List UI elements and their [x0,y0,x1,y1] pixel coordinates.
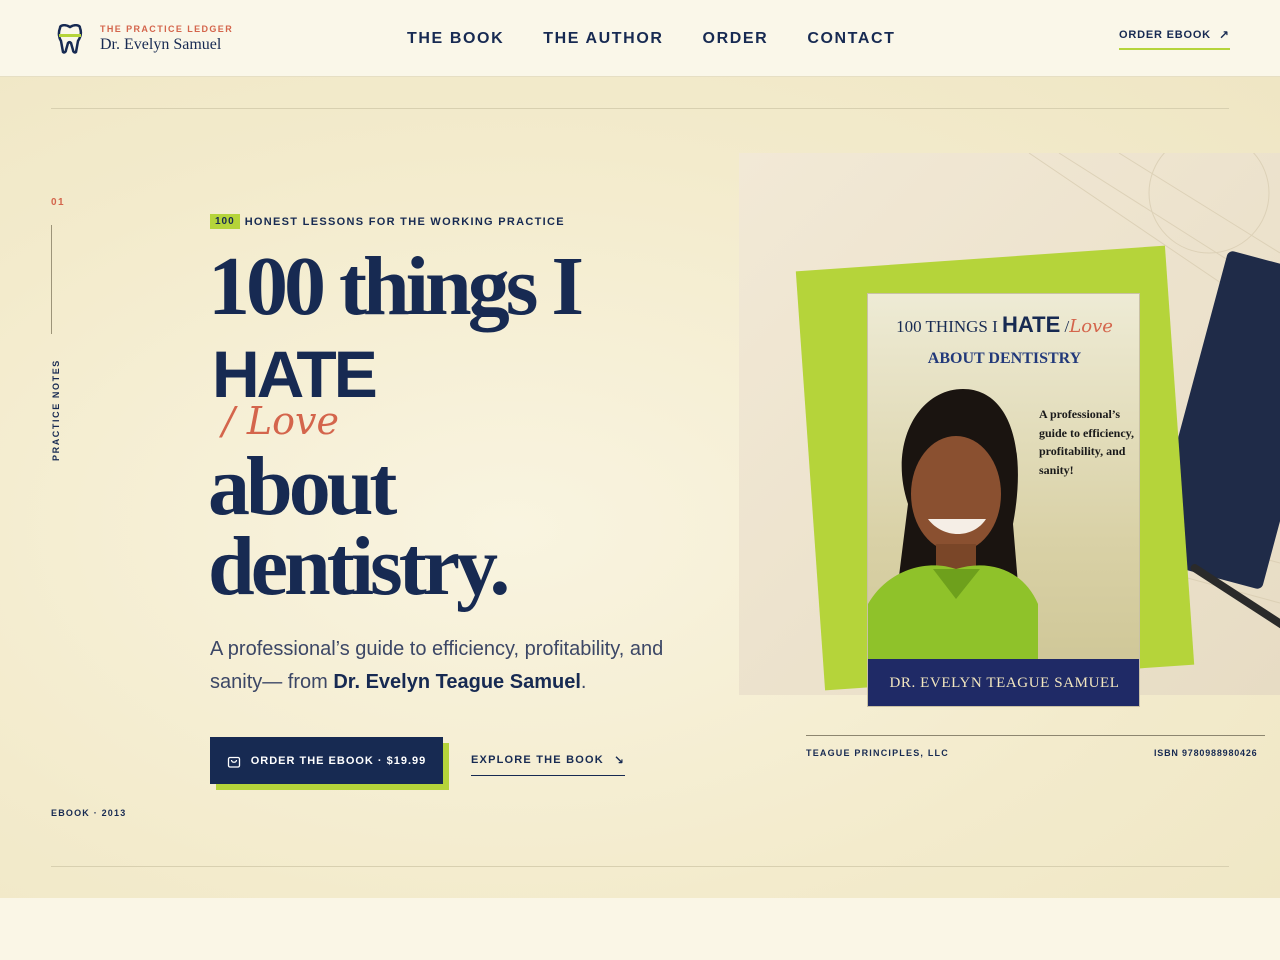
shopping-bag-icon [227,756,240,768]
kicker-badge: 100 [210,214,240,229]
book-title-slash: / [1060,317,1070,336]
nav-item-the-book[interactable]: THE BOOK [407,29,504,49]
headline-line-1: 100 things I [208,240,584,333]
book-title-line-2: ABOUT DENTISTRY [927,350,1082,367]
nav-item-order[interactable]: ORDER [703,29,769,49]
book-title-hate: HATE [1002,312,1061,337]
tooth-icon [57,24,83,54]
brand-name: Dr. Evelyn Samuel [100,36,222,53]
explore-book-link[interactable]: EXPLORE THE BOOK ↘ [471,753,626,776]
arrow-up-right-icon: ↗ [1218,28,1230,42]
book-title-love: Love [1069,316,1113,337]
arrow-down-right-icon: ↘ [613,753,626,767]
nav-item-contact[interactable]: CONTACT [807,29,895,49]
brand-eyebrow: THE PRACTICE LEDGER [100,24,234,34]
order-ebook-link[interactable]: ORDER EBOOK ↗ [1119,28,1230,50]
divider-bottom [51,866,1229,867]
kicker-text: HONEST LESSONS FOR THE WORKING PRACTICE [244,215,565,228]
book-tagline: A professional’s guide to efficiency, pr… [1039,407,1134,477]
hero-lede: A professional’s guide to efficiency, pr… [210,633,690,699]
explore-book-label: EXPLORE THE BOOK [471,754,604,766]
book-author-bar: DR. EVELYN TEAGUE SAMUEL [868,659,1139,706]
hero-kicker: 100 HONEST LESSONS FOR THE WORKING PRACT… [210,214,565,229]
lede-author: Dr. Evelyn Teague Samuel [333,671,581,693]
book-cover[interactable]: 100 THINGS I HATE /Love ABOUT DENTISTRY … [867,293,1140,707]
edition-label: EBOOK · 2013 [51,808,127,818]
order-ebook-label: ORDER EBOOK [1119,29,1211,41]
headline-line-4: dentistry. [208,520,510,613]
author-portrait [868,389,1038,659]
main-nav: THE BOOK THE AUTHOR ORDER CONTACT [407,29,935,49]
publisher-caption: TEAGUE PRINCIPLES, LLC [806,748,949,758]
divider-top [51,108,1229,109]
book-title-line-1: 100 THINGS I HATE /Love [868,312,1139,338]
order-ebook-button-wrap: ORDER THE EBOOK · $19.99 [210,737,449,790]
book-title-a: 100 THINGS I [896,317,1003,336]
lede-end: . [580,671,587,693]
section-label: PRACTICE NOTES [51,359,61,461]
caption-rule [806,735,1265,736]
section-number: 01 [51,197,66,208]
order-ebook-button[interactable]: ORDER THE EBOOK · $19.99 [210,737,443,784]
brand-logo[interactable]: THE PRACTICE LEDGER Dr. Evelyn Samuel [56,24,233,54]
site-header: THE PRACTICE LEDGER Dr. Evelyn Samuel TH… [0,0,1280,77]
order-ebook-button-label: ORDER THE EBOOK · $19.99 [250,754,427,767]
side-rule [51,225,52,334]
isbn-caption: ISBN 9780988980426 [1154,748,1258,758]
nav-item-the-author[interactable]: THE AUTHOR [543,29,663,49]
